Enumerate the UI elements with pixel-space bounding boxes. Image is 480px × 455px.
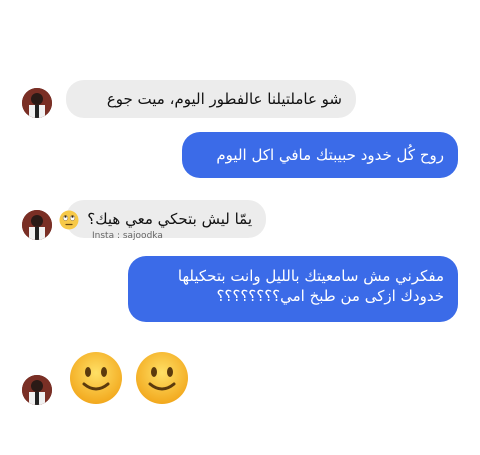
message-text: شو عاملتيلنا عالفطور اليوم، ميت جوع bbox=[106, 90, 342, 108]
slightly-smiling-face-icon bbox=[136, 352, 188, 404]
message-text: روح كُل خدود حبيبتك مافي اكل اليوم bbox=[216, 146, 444, 164]
contact-avatar[interactable] bbox=[22, 375, 52, 405]
contact-avatar[interactable] bbox=[22, 88, 52, 118]
outgoing-message[interactable]: مفكرني مش سامعيتك بالليل وانت بتحكيلها خ… bbox=[128, 256, 458, 322]
slightly-smiling-face-icon bbox=[70, 352, 122, 404]
outgoing-message[interactable]: روح كُل خدود حبيبتك مافي اكل اليوم bbox=[182, 132, 458, 178]
incoming-message[interactable]: شو عاملتيلنا عالفطور اليوم، ميت جوع bbox=[66, 80, 356, 118]
message-text: يمّا ليش بتحكي معي هيك؟ bbox=[87, 210, 252, 228]
message-line: مفكرني مش سامعيتك بالليل وانت بتحكيلها bbox=[177, 267, 444, 285]
contact-avatar[interactable] bbox=[22, 210, 52, 240]
watermark: Insta : sajoodka bbox=[92, 231, 163, 241]
rolling-eyes-emoji-icon bbox=[59, 210, 79, 229]
message-line: خدودك ازكى من طبخ امي؟؟؟؟؟؟؟؟ bbox=[216, 287, 444, 306]
